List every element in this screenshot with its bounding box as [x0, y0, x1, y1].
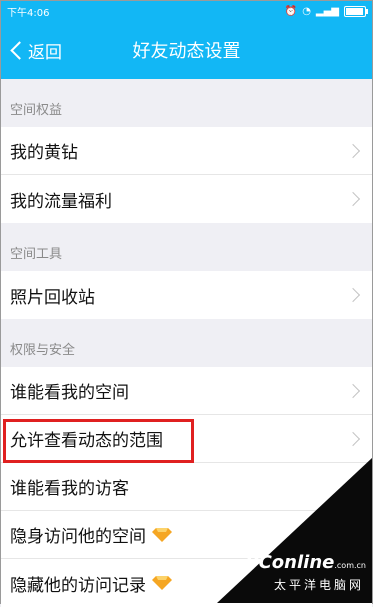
row-photo-recycle-bin[interactable]: 照片回收站 — [1, 271, 372, 319]
section-header-space-tools: 空间工具 — [10, 247, 63, 262]
header: 下午4:06 ⏰ ◔ ▂▄▆ 返回 好友动态设置 — [1, 1, 372, 79]
page-title: 好友动态设置 — [132, 41, 241, 62]
wifi-icon: ◔ — [302, 5, 311, 17]
diamond-icon — [152, 527, 172, 542]
nav-bar: 返回 好友动态设置 — [1, 21, 372, 79]
status-icons: ⏰ ◔ ▂▄▆ — [284, 5, 368, 17]
watermark-logo: PConline.com.cn — [245, 552, 366, 573]
row-yellow-diamond[interactable]: 我的黄钻 — [1, 127, 372, 175]
signal-icon: ▂▄▆ — [315, 5, 339, 17]
watermark-subtitle: 太平洋电脑网 — [273, 578, 364, 592]
status-time: 下午4:06 — [7, 7, 50, 19]
battery-icon — [344, 5, 368, 17]
highlight-box — [3, 419, 194, 463]
chevron-left-icon — [10, 40, 29, 60]
row-label: 我的流量福利 — [10, 191, 112, 212]
section-header-space-benefits: 空间权益 — [10, 103, 63, 118]
row-data-benefits[interactable]: 我的流量福利 — [1, 175, 372, 223]
status-bar: 下午4:06 ⏰ ◔ ▂▄▆ — [1, 1, 372, 21]
back-button[interactable]: 返回 — [7, 21, 62, 79]
diamond-icon — [152, 576, 172, 590]
row-label: 我的黄钻 — [10, 143, 78, 163]
chevron-right-icon — [345, 287, 361, 303]
chevron-right-icon — [345, 143, 361, 159]
row-label: 隐身访问他的空间 — [10, 527, 146, 547]
row-label: 隐藏他的访问记录 — [10, 575, 146, 596]
section-header-privacy-security: 权限与安全 — [10, 343, 76, 358]
chevron-right-icon — [345, 431, 361, 447]
row-label: 谁能看我的空间 — [10, 383, 129, 403]
alarm-icon: ⏰ — [284, 5, 298, 17]
back-label: 返回 — [28, 42, 62, 63]
chevron-right-icon — [345, 383, 361, 399]
row-who-can-view-space[interactable]: 谁能看我的空间 — [1, 367, 372, 415]
row-label: 谁能看我的访客 — [10, 479, 129, 499]
chevron-right-icon — [345, 191, 361, 207]
row-label: 照片回收站 — [10, 287, 95, 308]
